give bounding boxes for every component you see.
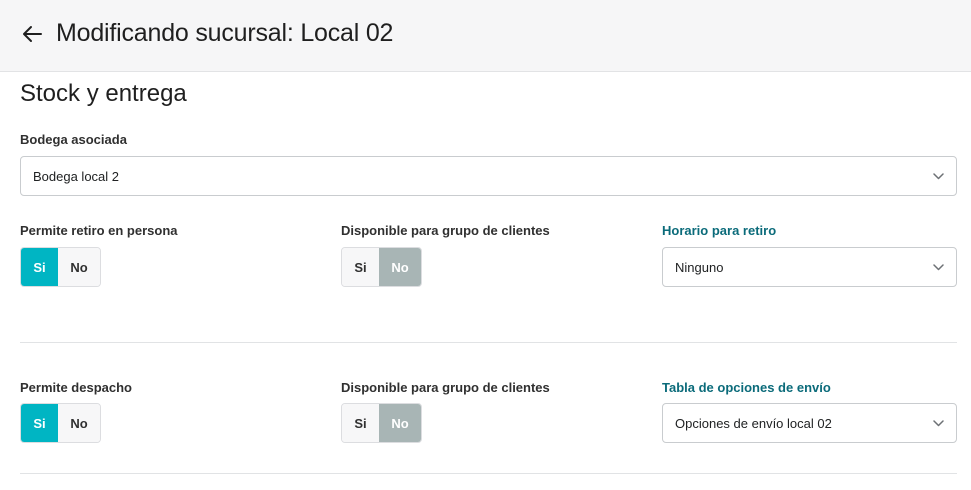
dispatch-group-yes-option[interactable]: Si xyxy=(342,404,379,442)
pickup-toggle: Si No xyxy=(20,247,101,287)
dispatch-no-option[interactable]: No xyxy=(58,404,100,442)
back-button[interactable] xyxy=(19,21,45,47)
pickup-label: Permite retiro en persona xyxy=(20,223,178,238)
warehouse-select[interactable]: Bodega local 2 xyxy=(20,156,957,196)
pickup-schedule-value: Ninguno xyxy=(675,259,724,275)
arrow-left-icon xyxy=(23,26,42,42)
warehouse-select-value: Bodega local 2 xyxy=(33,168,120,184)
chevron-down-icon xyxy=(932,417,944,429)
dispatch-group-no-option[interactable]: No xyxy=(379,404,421,442)
dispatch-group-label: Disponible para grupo de clientes xyxy=(341,380,550,395)
dispatch-toggle: Si No xyxy=(20,403,101,443)
divider xyxy=(20,342,957,343)
pickup-schedule-select[interactable]: Ninguno xyxy=(662,247,957,287)
dispatch-yes-option[interactable]: Si xyxy=(21,404,58,442)
dispatch-label: Permite despacho xyxy=(20,380,132,395)
warehouse-label: Bodega asociada xyxy=(20,132,127,147)
pickup-group-yes-option[interactable]: Si xyxy=(342,248,379,286)
pickup-yes-option[interactable]: Si xyxy=(21,248,58,286)
shipping-table-label[interactable]: Tabla de opciones de envío xyxy=(662,380,831,396)
chevron-down-icon xyxy=(932,261,944,273)
pickup-group-label: Disponible para grupo de clientes xyxy=(341,223,550,238)
dispatch-group-toggle: Si No xyxy=(341,403,422,443)
top-bar: Modificando sucursal: Local 02 xyxy=(0,0,971,72)
pickup-schedule-label[interactable]: Horario para retiro xyxy=(662,223,776,239)
pickup-group-toggle: Si No xyxy=(341,247,422,287)
section-title: Stock y entrega xyxy=(20,80,187,107)
pickup-group-no-option[interactable]: No xyxy=(379,248,421,286)
divider xyxy=(20,473,957,474)
shipping-table-value: Opciones de envío local 02 xyxy=(675,415,832,431)
shipping-table-select[interactable]: Opciones de envío local 02 xyxy=(662,403,957,443)
pickup-no-option[interactable]: No xyxy=(58,248,100,286)
chevron-down-icon xyxy=(932,170,944,182)
page-title: Modificando sucursal: Local 02 xyxy=(56,19,394,47)
